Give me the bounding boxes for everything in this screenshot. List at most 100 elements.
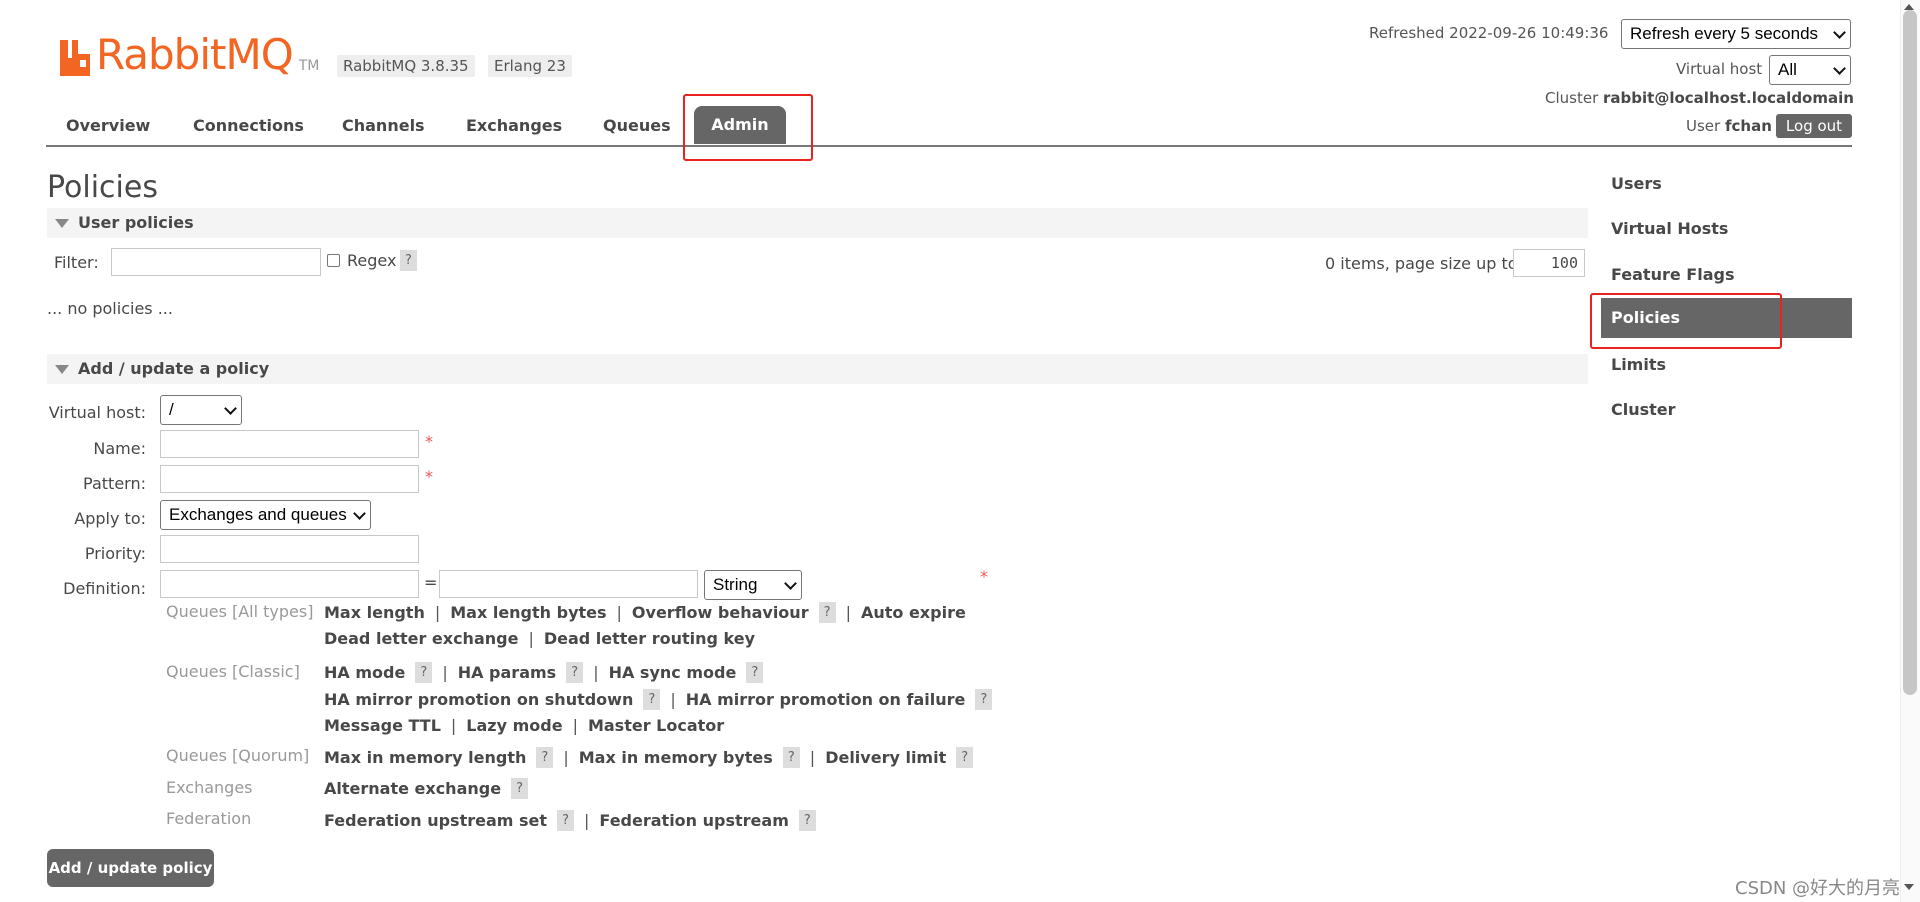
tab-exchanges[interactable]: Exchanges — [466, 116, 562, 135]
key-dead-letter-routing-key[interactable]: Dead letter routing key — [544, 629, 755, 648]
queues-quorum-row: Max in memory length ? | Max in memory b… — [324, 747, 974, 768]
fed-upstream-set-help-icon[interactable]: ? — [557, 810, 575, 831]
max-mem-len-help-icon[interactable]: ? — [536, 747, 554, 768]
ha-promo-shutdown-help-icon[interactable]: ? — [643, 689, 661, 710]
separator: | — [845, 603, 851, 622]
form-vhost-label: Virtual host: — [48, 403, 146, 422]
chevron-down-icon — [1833, 62, 1846, 75]
separator: | — [670, 690, 676, 709]
page-size-input[interactable]: 100 — [1513, 249, 1585, 277]
items-count-text: 0 items, page size up to — [1325, 254, 1518, 273]
key-ha-sync-mode[interactable]: HA sync mode — [609, 663, 737, 682]
chevron-down-icon — [224, 402, 237, 415]
user-policies-section-header[interactable]: User policies — [47, 208, 1588, 238]
separator: | — [584, 811, 590, 830]
policy-pattern-input[interactable] — [160, 465, 419, 493]
separator: | — [572, 716, 578, 735]
ha-promo-failure-help-icon[interactable]: ? — [975, 689, 993, 710]
add-update-policy-button[interactable]: Add / update policy — [47, 849, 214, 887]
cluster-label: Cluster — [1545, 89, 1599, 107]
regex-checkbox[interactable] — [327, 254, 340, 267]
apply-to-select[interactable]: Exchanges and queues — [160, 500, 371, 530]
user-policies-title: User policies — [78, 213, 194, 232]
highlight-box-admin — [683, 94, 813, 161]
tab-overview[interactable]: Overview — [66, 116, 150, 135]
key-max-length-bytes[interactable]: Max length bytes — [450, 603, 606, 622]
key-delivery-limit[interactable]: Delivery limit — [825, 748, 946, 767]
regex-label: Regex — [347, 251, 397, 270]
csdn-watermark: CSDN @好大的月亮 — [1735, 878, 1901, 899]
tab-queues[interactable]: Queues — [603, 116, 671, 135]
ha-params-help-icon[interactable]: ? — [566, 662, 584, 683]
vhost-select[interactable]: All — [1769, 55, 1851, 85]
definition-label: Definition: — [63, 579, 146, 598]
definition-type-select[interactable]: String — [704, 570, 802, 600]
key-ha-mode[interactable]: HA mode — [324, 663, 405, 682]
key-ha-params[interactable]: HA params — [458, 663, 556, 682]
key-auto-expire[interactable]: Auto expire — [861, 603, 966, 622]
version-badge: RabbitMQ 3.8.35 — [337, 55, 475, 77]
key-message-ttl[interactable]: Message TTL — [324, 716, 441, 735]
sidebar-item-users[interactable]: Users — [1611, 174, 1662, 193]
logo-trademark: TM — [298, 58, 320, 74]
key-federation-upstream[interactable]: Federation upstream — [599, 811, 788, 830]
tab-channels[interactable]: Channels — [342, 116, 425, 135]
separator: | — [528, 629, 534, 648]
federation-row: Federation upstream set ? | Federation u… — [324, 810, 816, 831]
alt-exchange-help-icon[interactable]: ? — [511, 778, 529, 799]
sidebar-item-limits[interactable]: Limits — [1611, 355, 1666, 374]
separator: | — [809, 748, 816, 767]
refreshed-timestamp: Refreshed 2022-09-26 10:49:36 — [1369, 24, 1609, 42]
user-info: User fchan — [1686, 117, 1772, 135]
form-vhost-select[interactable]: / — [160, 395, 242, 425]
priority-input[interactable] — [160, 535, 419, 563]
nav-divider — [46, 145, 1852, 147]
key-ha-promotion-failure[interactable]: HA mirror promotion on failure — [686, 690, 966, 709]
filter-label: Filter: — [54, 253, 99, 272]
tab-connections[interactable]: Connections — [193, 116, 304, 135]
category-queues-quorum: Queues [Quorum] — [166, 746, 310, 765]
delivery-limit-help-icon[interactable]: ? — [956, 747, 974, 768]
definition-key-input[interactable] — [160, 570, 419, 598]
queues-classic-row-3: Message TTL | Lazy mode | Master Locator — [324, 716, 724, 735]
ha-sync-help-icon[interactable]: ? — [746, 662, 764, 683]
key-dead-letter-exchange[interactable]: Dead letter exchange — [324, 629, 518, 648]
vhost-label: Virtual host — [1676, 60, 1763, 78]
sidebar-item-feature-flags[interactable]: Feature Flags — [1611, 265, 1734, 284]
collapse-triangle-icon — [55, 365, 69, 374]
fed-upstream-help-icon[interactable]: ? — [798, 810, 816, 831]
scrollbar-thumb[interactable] — [1903, 10, 1917, 695]
rabbitmq-logo: RabbitMQ TM — [58, 30, 319, 76]
key-federation-upstream-set[interactable]: Federation upstream set — [324, 811, 547, 830]
key-ha-promotion-shutdown[interactable]: HA mirror promotion on shutdown — [324, 690, 633, 709]
policy-name-input[interactable] — [160, 430, 419, 458]
max-mem-bytes-help-icon[interactable]: ? — [782, 747, 800, 768]
category-queues-classic: Queues [Classic] — [166, 662, 300, 681]
queues-all-row-2: Dead letter exchange | Dead letter routi… — [324, 629, 755, 648]
ha-mode-help-icon[interactable]: ? — [415, 662, 433, 683]
scroll-down-arrow-icon[interactable] — [1904, 884, 1914, 890]
key-master-locator[interactable]: Master Locator — [588, 716, 724, 735]
collapse-triangle-icon — [55, 219, 69, 228]
queues-classic-row-2: HA mirror promotion on shutdown ? | HA m… — [324, 689, 993, 710]
filter-input[interactable] — [111, 248, 321, 276]
key-alternate-exchange[interactable]: Alternate exchange — [324, 779, 501, 798]
sidebar-item-virtual-hosts[interactable]: Virtual Hosts — [1611, 219, 1728, 238]
key-lazy-mode[interactable]: Lazy mode — [466, 716, 562, 735]
refresh-interval-value: Refresh every 5 seconds — [1630, 24, 1819, 43]
key-max-length[interactable]: Max length — [324, 603, 425, 622]
user-label: User — [1686, 117, 1721, 135]
regex-help-icon[interactable]: ? — [400, 250, 417, 271]
logout-button[interactable]: Log out — [1776, 114, 1852, 138]
overflow-help-icon[interactable]: ? — [818, 602, 836, 623]
definition-value-input[interactable] — [439, 570, 698, 598]
pattern-required-mark: * — [425, 467, 433, 486]
queues-classic-row-1: HA mode ? | HA params ? | HA sync mode ? — [324, 662, 764, 683]
refresh-interval-select[interactable]: Refresh every 5 seconds — [1621, 19, 1851, 49]
sidebar-item-cluster[interactable]: Cluster — [1611, 400, 1676, 419]
erlang-badge: Erlang 23 — [488, 55, 572, 77]
key-max-in-memory-bytes[interactable]: Max in memory bytes — [579, 748, 773, 767]
key-overflow-behaviour[interactable]: Overflow behaviour — [632, 603, 809, 622]
key-max-in-memory-length[interactable]: Max in memory length — [324, 748, 526, 767]
add-policy-section-header[interactable]: Add / update a policy — [47, 354, 1588, 384]
